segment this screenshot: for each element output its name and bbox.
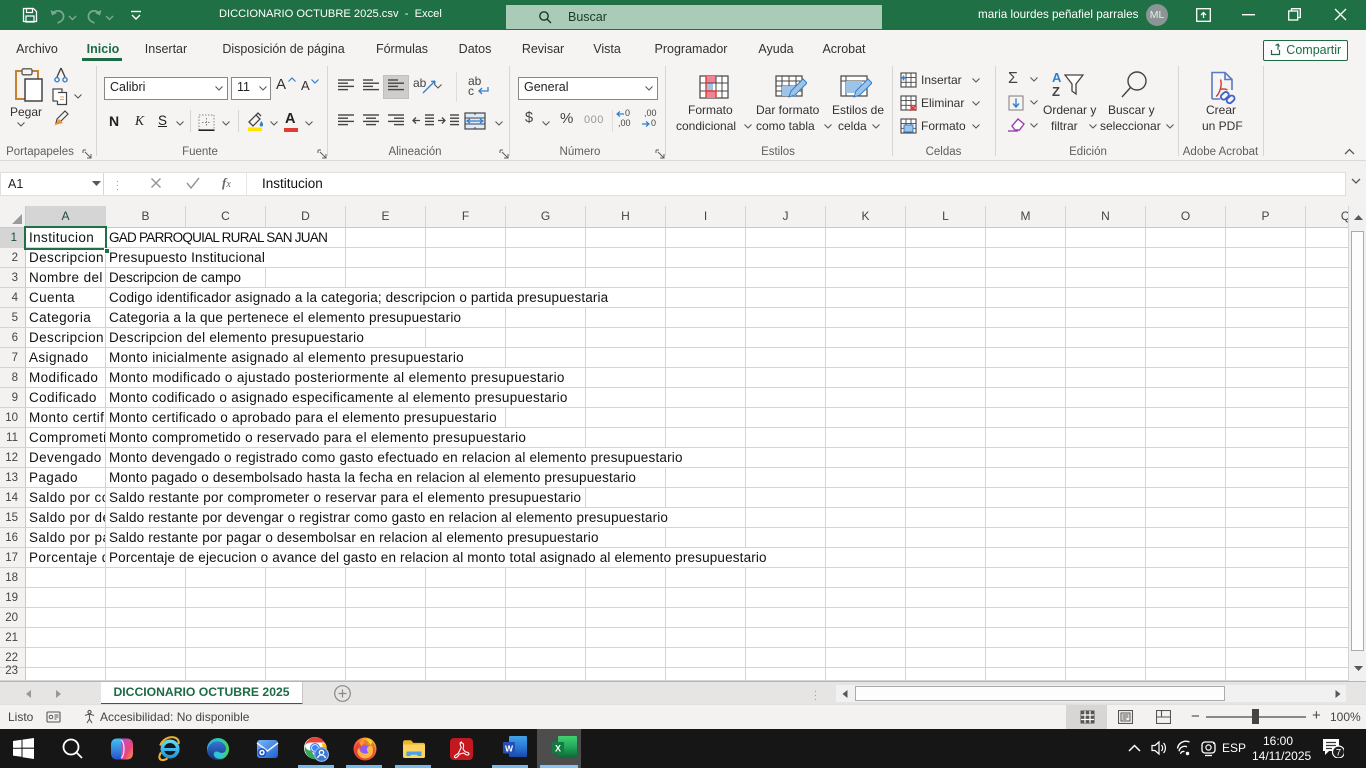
- svg-text:W: W: [505, 744, 514, 754]
- svg-text:X: X: [555, 744, 561, 754]
- svg-text:7: 7: [1336, 748, 1341, 759]
